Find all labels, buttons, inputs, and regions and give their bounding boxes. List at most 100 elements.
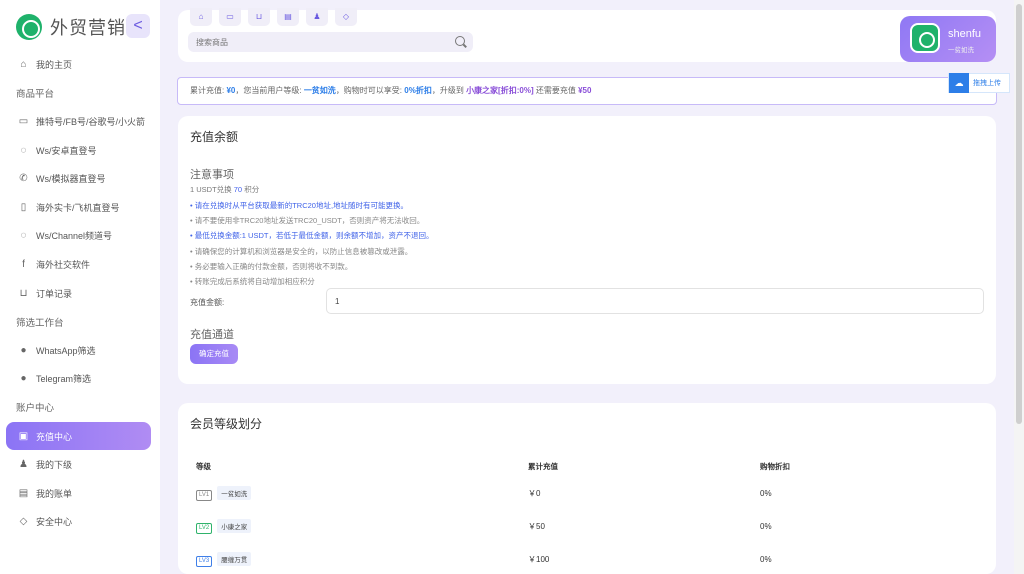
header-total: 累计充值 [528, 461, 558, 471]
discount-cell: 0% [760, 555, 772, 564]
sidebar-item-label: 充值中心 [36, 431, 73, 442]
notice-text: ，您当前用户等级: [235, 86, 304, 95]
sidebar-item-label: Ws/安卓直登号 [36, 145, 97, 156]
user-name: shenfu [948, 28, 982, 40]
phone-icon: ✆ [19, 173, 28, 185]
baidu-cloud-icon: ☁ [949, 73, 969, 93]
sidebar-item-label: 我的账单 [36, 488, 73, 499]
sidebar-item-label: Telegram筛选 [36, 374, 92, 385]
telegram-icon: ● [20, 373, 27, 385]
total-cell: ￥100 [528, 555, 550, 564]
chat-icon: ▭ [18, 115, 29, 127]
search-box[interactable] [188, 32, 473, 53]
level-name: 腰缠万贯 [217, 552, 252, 566]
table-row: LV3 腰缠万贯 ￥100 0% [196, 543, 976, 574]
cart-icon[interactable]: ⊔ [248, 8, 270, 26]
exchange-rate: 1 USDT兑换 70 积分 [190, 184, 259, 195]
levels-title: 会员等级划分 [190, 417, 263, 431]
sidebar-item[interactable]: ⌂ 我的主页 [0, 50, 160, 79]
rule-item: • 请在兑换时从平台获取最新的TRC20地址,地址随时有可能更换。 [190, 201, 409, 210]
sidebar-item[interactable]: ● Telegram筛选 [0, 365, 160, 394]
scroll-thumb[interactable] [1016, 4, 1022, 424]
sidebar-item[interactable]: ♟ 我的下级 [0, 450, 160, 479]
brand[interactable]: 外贸营销 [16, 14, 126, 40]
sidebar-item[interactable]: ▭ 推特号/FB号/谷歌号/小火箭 [0, 107, 160, 136]
table-row: LV1 一贫如洗 ￥0 0% [196, 477, 976, 510]
total-cell: ￥0 [528, 489, 541, 498]
total-cell: ￥50 [528, 522, 545, 531]
brand-logo-icon [16, 14, 42, 40]
sidebar-item-label: 安全中心 [36, 517, 73, 528]
main-content: ⌂ ▭ ⊔ ▤ ♟ ◇ shenfu 一贫如洗 累计充值: ¥0，您当前用户等级: 一贫如… [160, 0, 1014, 574]
level-cell: LV3 腰缠万贯 [196, 543, 528, 574]
sidebar-item[interactable]: ▤ 我的账单 [0, 479, 160, 508]
doc-icon[interactable]: ▤ [277, 8, 299, 26]
upload-label: 拖拽上传 [973, 80, 1001, 87]
channel-title: 充值通道 [190, 329, 234, 341]
sidebar-item-label: 订单记录 [36, 288, 73, 299]
whatsapp-icon: ◌ [20, 144, 27, 156]
level-badge: LV2 [196, 523, 213, 534]
sidebar-item[interactable]: ▯ 海外实卡/飞机直登号 [0, 193, 160, 222]
user-level: 一贫如洗 [948, 47, 974, 54]
quick-tabs: ⌂ ▭ ⊔ ▤ ♟ ◇ [190, 8, 364, 26]
brand-name: 外贸营销 [50, 18, 126, 38]
rate-suffix: 积分 [242, 185, 260, 194]
sidebar-section-header: 商品平台 [16, 88, 55, 100]
home-icon: ⌂ [20, 58, 27, 70]
whatsapp-icon: ● [20, 344, 27, 356]
topbar: ⌂ ▭ ⊔ ▤ ♟ ◇ [178, 8, 996, 62]
home-icon[interactable]: ⌂ [190, 8, 212, 26]
sidebar-item[interactable]: ● WhatsApp筛选 [0, 336, 160, 365]
sidebar-item[interactable]: f 海外社交软件 [0, 250, 160, 279]
rate-prefix: 1 USDT兑换 [190, 185, 234, 194]
levels-card: 会员等级划分 等级 累计充值 购物折扣 LV1 一贫如洗 ￥0 0% LV2 小康之家 ￥5… [178, 403, 996, 574]
recharge-title: 充值余额 [190, 130, 239, 144]
recharge-notice: 累计充值: ¥0，您当前用户等级: 一贫如洗，购物时可以享受: 0%折扣，升级到… [177, 77, 997, 105]
user-card[interactable]: shenfu 一贫如洗 [900, 16, 996, 62]
rules-list: • 请在兑换时从平台获取最新的TRC20地址,地址随时有可能更换。 • 请不要使用… [190, 198, 750, 289]
notice-text: ，升级到 [431, 86, 467, 95]
discount-cell: 0% [760, 489, 772, 498]
notes-title: 注意事项 [190, 169, 234, 181]
upload-tab[interactable]: ☁ 拖拽上传 [948, 73, 1010, 93]
sidebar-item[interactable]: ◌ Ws/安卓直登号 [0, 136, 160, 165]
sidebar-section-header: 筛选工作台 [16, 317, 64, 329]
sidebar-item[interactable]: ◌ Ws/Channel频道号 [0, 222, 160, 251]
sidebar-section-header: 账户中心 [16, 403, 55, 415]
sidebar-item-label: 推特号/FB号/谷歌号/小火箭 [36, 116, 146, 127]
card-icon[interactable]: ▭ [219, 8, 241, 26]
sidebar-collapse-button[interactable]: < [126, 14, 150, 38]
level-cell: LV1 一贫如洗 [196, 477, 528, 510]
cart-icon: ⊔ [19, 287, 28, 299]
sidebar-item[interactable]: ⊔ 订单记录 [0, 279, 160, 308]
bill-icon: ▤ [18, 487, 29, 499]
level-name: 一贫如洗 [217, 486, 252, 500]
table-row: LV2 小康之家 ￥50 0% [196, 510, 976, 543]
amount-input[interactable] [326, 288, 984, 314]
sidebar-item-label: 海外社交软件 [36, 259, 91, 270]
recharge-card: 充值余额 注意事项 1 USDT兑换 70 积分 • 请在兑换时从平台获取最新的… [178, 116, 996, 384]
shield-icon[interactable]: ◇ [335, 8, 357, 26]
user-icon[interactable]: ♟ [306, 8, 328, 26]
sidebar-nav: ⌂ 我的主页商品平台 ▭ 推特号/FB号/谷歌号/小火箭 ◌ Ws/安卓直登号 ✆ Ws/模拟… [0, 50, 160, 536]
app-window: 外贸营销 < ⌂ 我的主页商品平台 ▭ 推特号/FB号/谷歌号/小火箭 ◌ Ws/安卓直登… [0, 0, 1024, 574]
notice-need: ¥50 [578, 86, 592, 95]
confirm-recharge-button[interactable]: 确定充值 [190, 344, 238, 364]
level-cell: LV2 小康之家 [196, 510, 528, 543]
levels-table: 等级 累计充值 购物折扣 LV1 一贫如洗 ￥0 0% LV2 小康之家 ￥50 0% LV3 腰… [196, 455, 976, 574]
table-header-row: 等级 累计充值 购物折扣 [196, 455, 976, 477]
sidebar-item[interactable]: ▣ 充值中心 [6, 421, 151, 451]
search-icon[interactable] [455, 36, 465, 46]
notice-text: ，购物时可以享受: [335, 86, 405, 95]
level-name: 小康之家 [217, 519, 252, 533]
notice-next-level: 小康之家[折扣:0%] [466, 86, 534, 95]
facebook-icon: f [22, 258, 25, 270]
scrollbar[interactable] [1014, 0, 1024, 574]
notice-level: 一贫如洗 [303, 86, 336, 95]
search-input[interactable] [188, 32, 438, 53]
sidebar-item[interactable]: ✆ Ws/模拟器直登号 [0, 164, 160, 193]
sidebar-item[interactable]: ◇ 安全中心 [0, 508, 160, 537]
amount-label: 充值金额: [190, 298, 225, 307]
rule-item: • 转账完成后系统将自动增加相应积分 [190, 276, 315, 286]
